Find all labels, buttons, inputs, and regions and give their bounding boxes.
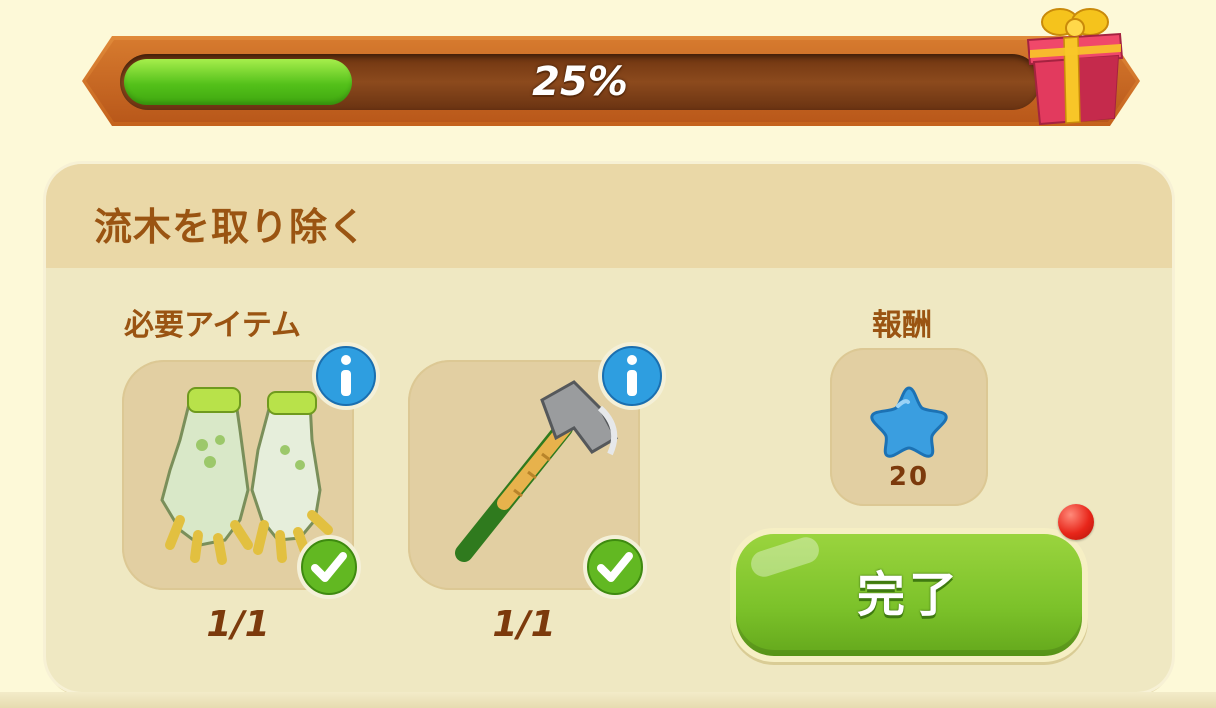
reward-amount: 20	[888, 462, 930, 492]
blue-star-icon	[870, 386, 948, 458]
info-icon[interactable]	[596, 340, 668, 412]
task-title: 流木を取り除く	[94, 205, 368, 249]
task-header: 流木を取り除く	[46, 164, 1172, 268]
info-icon[interactable]	[310, 340, 382, 412]
item-count: 1/1	[206, 604, 270, 645]
reward-slot: 20	[830, 348, 988, 506]
notification-dot	[1058, 504, 1094, 540]
check-icon	[297, 535, 361, 599]
check-icon	[583, 535, 647, 599]
gift-box-icon[interactable]	[1020, 0, 1128, 128]
progress-track: 25%	[120, 54, 1040, 110]
complete-button-face: 完了	[736, 533, 1082, 656]
game-screen: 25% 流木を取り除く 必要アイテム 報酬 1/1 1/1 20 完了	[0, 0, 1216, 708]
complete-button-label: 完了	[856, 567, 961, 623]
complete-button[interactable]: 完了	[730, 528, 1088, 662]
item-count: 1/1	[492, 604, 556, 645]
progress-percent: 25%	[532, 59, 628, 105]
required-items-label: 必要アイテム	[124, 308, 301, 343]
bottom-strip	[0, 692, 1216, 708]
reward-label: 報酬	[872, 308, 932, 343]
